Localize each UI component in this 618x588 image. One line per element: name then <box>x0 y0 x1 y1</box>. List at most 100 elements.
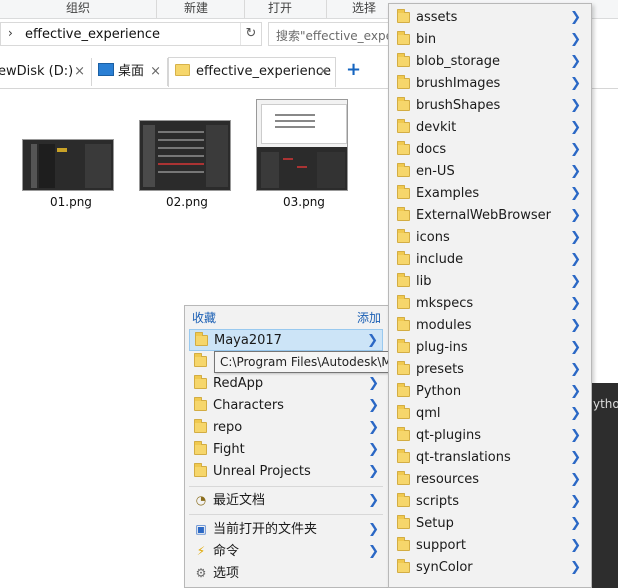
search-placeholder: 搜索"effective_experience" <box>276 29 391 43</box>
submenu-item[interactable]: presets ❯ <box>389 359 591 381</box>
file-name[interactable]: 03.png <box>283 195 325 209</box>
chevron-right-icon: ❯ <box>368 522 379 537</box>
submenu-item[interactable]: ExternalWebBrowser ❯ <box>389 205 591 227</box>
submenu-item[interactable]: icons ❯ <box>389 227 591 249</box>
menu-item-fight[interactable]: Fight ❯ <box>189 439 383 461</box>
submenu-item[interactable]: Setup ❯ <box>389 513 591 535</box>
tab-desktop[interactable]: 桌面 × <box>92 58 168 86</box>
ribbon-new[interactable]: 新建 <box>184 0 208 18</box>
submenu-item-label: bin <box>416 32 437 47</box>
submenu-item-label: icons <box>416 230 450 245</box>
submenu-item[interactable]: en-US ❯ <box>389 161 591 183</box>
menu-item-characters[interactable]: Characters ❯ <box>189 395 383 417</box>
submenu-item-label: blob_storage <box>416 54 500 69</box>
menu-item-unreal-projects[interactable]: Unreal Projects ❯ <box>189 461 383 483</box>
chevron-right-icon: ❯ <box>570 406 581 421</box>
submenu-item-label: devkit <box>416 120 457 135</box>
file-thumbnail-01[interactable] <box>22 139 114 191</box>
chevron-right-icon: ❯ <box>368 544 379 559</box>
menu-item-options[interactable]: ⚙ 选项 <box>189 563 383 585</box>
folder-icon <box>397 493 410 507</box>
chevron-right-icon: ❯ <box>570 186 581 201</box>
close-icon[interactable]: × <box>150 58 161 86</box>
submenu-item[interactable]: brushShapes ❯ <box>389 95 591 117</box>
submenu-item[interactable]: Examples ❯ <box>389 183 591 205</box>
chevron-right-icon: ❯ <box>570 230 581 245</box>
submenu-item-label: resources <box>416 472 480 487</box>
tab-label: ewDisk (D:) <box>0 64 74 79</box>
tab-effective-experience[interactable]: effective_experience × <box>168 57 336 87</box>
submenu-item[interactable]: qt-translations ❯ <box>389 447 591 469</box>
submenu-item-label: Examples <box>416 186 480 201</box>
tab-newdisk[interactable]: ewDisk (D:) × <box>0 58 92 86</box>
ribbon-organize[interactable]: 组织 <box>66 0 90 18</box>
file-name[interactable]: 02.png <box>166 195 208 209</box>
close-icon[interactable]: × <box>318 58 329 86</box>
favorites-header: 收藏 <box>192 311 217 325</box>
submenu-item[interactable]: brushImages ❯ <box>389 73 591 95</box>
menu-item-maya2017[interactable]: Maya2017 ❯ <box>189 329 383 351</box>
address-path[interactable]: effective_experience <box>25 27 160 42</box>
gear-icon: ⚙ <box>195 566 207 580</box>
submenu-item[interactable]: qml ❯ <box>389 403 591 425</box>
submenu-item-label: mkspecs <box>416 296 474 311</box>
address-bar[interactable]: › effective_experience ↻ <box>0 22 262 46</box>
folder-icon <box>397 119 410 133</box>
menu-item-recent-docs[interactable]: ◔ 最近文档 ❯ <box>189 490 383 512</box>
add-favorite-button[interactable]: 添加 <box>357 309 381 326</box>
submenu-item[interactable]: lib ❯ <box>389 271 591 293</box>
folder-icon <box>397 537 410 551</box>
search-input[interactable]: 搜索"effective_experience" <box>268 22 392 46</box>
chevron-right-icon: ❯ <box>570 274 581 289</box>
close-icon[interactable]: × <box>74 58 85 86</box>
chevron-right-icon[interactable]: › <box>8 26 13 40</box>
submenu-item[interactable]: mkspecs ❯ <box>389 293 591 315</box>
submenu-item[interactable]: resources ❯ <box>389 469 591 491</box>
chevron-right-icon: ❯ <box>368 398 379 413</box>
menu-item-label: Unreal Projects <box>213 464 311 479</box>
folder-icon <box>397 53 410 67</box>
submenu-item[interactable]: support ❯ <box>389 535 591 557</box>
menu-item-redapp[interactable]: RedApp ❯ <box>189 373 383 395</box>
chevron-right-icon: ❯ <box>368 420 379 435</box>
submenu-item[interactable]: blob_storage ❯ <box>389 51 591 73</box>
submenu-item-label: ExternalWebBrowser <box>416 208 551 223</box>
menu-item-repo[interactable]: repo ❯ <box>189 417 383 439</box>
submenu-item[interactable]: Python ❯ <box>389 381 591 403</box>
submenu-item[interactable]: modules ❯ <box>389 315 591 337</box>
new-tab-button[interactable]: + <box>346 59 361 80</box>
submenu-item[interactable]: plug-ins ❯ <box>389 337 591 359</box>
chevron-right-icon: ❯ <box>570 10 581 25</box>
submenu-item[interactable]: devkit ❯ <box>389 117 591 139</box>
submenu-item[interactable]: assets ❯ <box>389 7 591 29</box>
submenu-item[interactable]: docs ❯ <box>389 139 591 161</box>
desktop-icon <box>98 63 114 76</box>
file-thumbnail-03[interactable] <box>256 99 348 191</box>
chevron-right-icon: ❯ <box>570 142 581 157</box>
favorites-menu: 收藏 添加 Maya2017 ❯ M ❯ RedApp ❯ Characters… <box>184 305 389 588</box>
folder-icon <box>397 9 410 23</box>
menu-item-commands[interactable]: ⚡ 命令 ❯ <box>189 541 383 563</box>
folder-icon <box>397 207 410 221</box>
menu-item-current-folders[interactable]: ▣ 当前打开的文件夹 ❯ <box>189 519 383 541</box>
folder-icon <box>397 185 410 199</box>
submenu-item-label: Setup <box>416 516 454 531</box>
submenu-item[interactable]: scripts ❯ <box>389 491 591 513</box>
ribbon-open[interactable]: 打开 <box>268 0 292 18</box>
submenu-item[interactable]: synColor ❯ <box>389 557 591 579</box>
submenu-item[interactable]: include ❯ <box>389 249 591 271</box>
folder-icon <box>397 317 410 331</box>
refresh-icon[interactable]: ↻ <box>240 23 261 45</box>
submenu-item[interactable]: qt-plugins ❯ <box>389 425 591 447</box>
folder-icon <box>397 361 410 375</box>
menu-item-label: Fight <box>213 442 245 457</box>
ribbon-select[interactable]: 选择 <box>352 0 376 18</box>
submenu-item[interactable]: bin ❯ <box>389 29 591 51</box>
folder-submenu: assets ❯ bin ❯ blob_storage ❯ brushImages ❯ … <box>388 3 592 588</box>
folder-icon <box>397 383 410 397</box>
file-name[interactable]: 01.png <box>50 195 92 209</box>
file-thumbnail-02[interactable] <box>139 120 231 191</box>
chevron-right-icon: ❯ <box>570 164 581 179</box>
chevron-right-icon: ❯ <box>570 560 581 575</box>
chevron-right-icon: ❯ <box>570 208 581 223</box>
